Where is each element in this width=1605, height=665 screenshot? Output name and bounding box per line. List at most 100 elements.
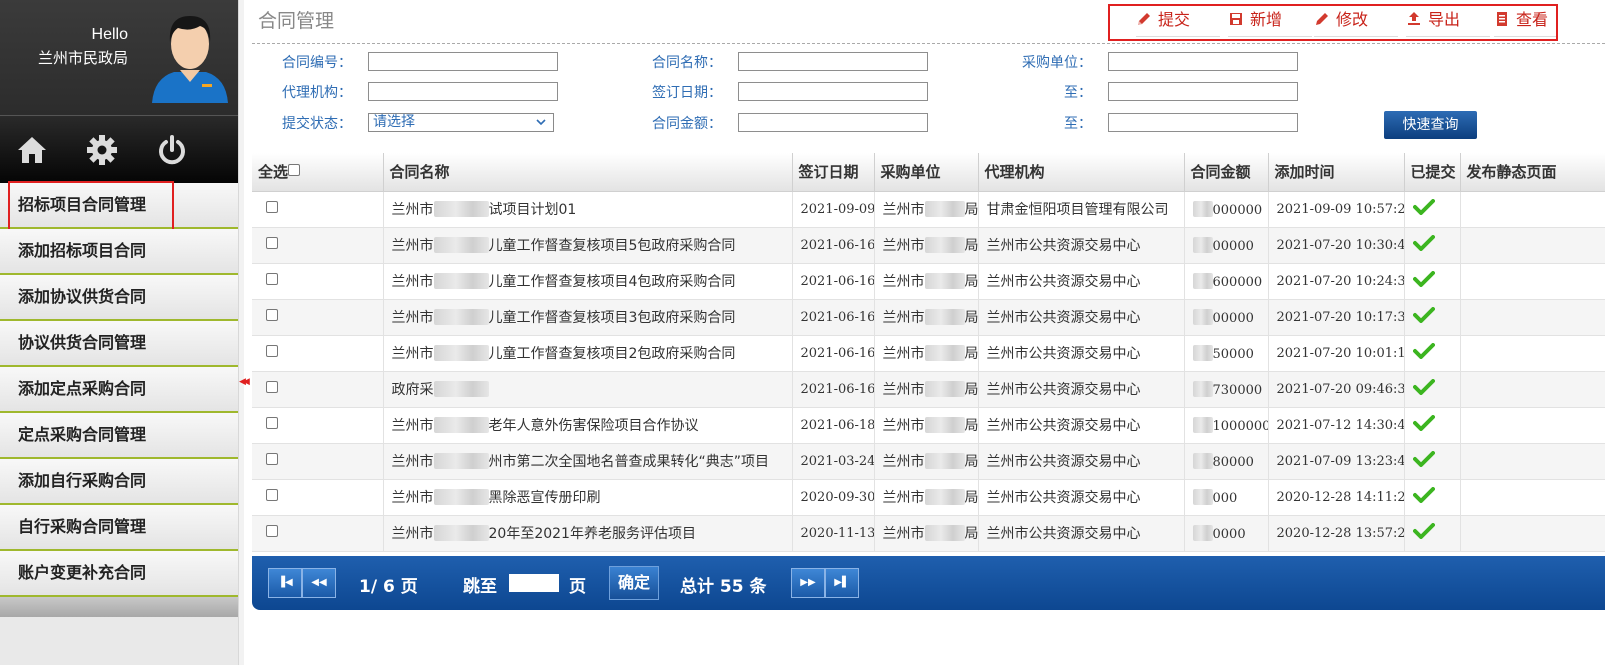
row-checkbox[interactable] [266, 345, 278, 357]
add-button[interactable]: 新增 [1228, 9, 1312, 37]
col-header-added[interactable]: 添加时间 [1268, 153, 1405, 192]
contract-name-suffix: 黑除恶宣传册印刷 [488, 490, 601, 506]
sidebar-item-account-change[interactable]: 账户变更补充合同 [0, 551, 238, 597]
table-row[interactable]: 兰州市 儿童工作督查复核项目3包政府采购合同 2021-06-16 兰州市 局兰州市公共… [252, 299, 1605, 336]
buyer-label: 采购单位： [1022, 55, 1092, 71]
contract-name-cell[interactable]: 兰州市 20年至2021年养老服务评估项目 [383, 515, 793, 552]
contract-name-cell[interactable]: 兰州市 黑除恶宣传册印刷 [383, 479, 793, 516]
sidebar-item-add-bid-contract[interactable]: 添加招标项目合同 [0, 229, 238, 275]
col-header-amount[interactable]: 合同金额 [1184, 153, 1269, 192]
redacted-block [924, 201, 965, 217]
first-page-button[interactable]: ▐◀ [268, 568, 302, 598]
table-row[interactable]: 兰州市 州市第二次全国地名普查成果转化“典志”项目 2021-03-24 兰州市局兰州… [252, 443, 1605, 480]
col-header-buyer[interactable]: 采购单位 [874, 153, 979, 192]
publish-cell[interactable] [1460, 443, 1605, 480]
col-header-submitted[interactable]: 已提交 [1404, 153, 1461, 192]
table-row[interactable]: 政府采 2021-06-16 兰州市 局兰州市公共资源交易中心 730000 2021-0… [252, 371, 1605, 408]
contract-name-cell[interactable]: 兰州市 儿童工作督查复核项目2包政府采购合同 [383, 335, 793, 372]
gear-icon[interactable] [86, 134, 118, 166]
agency-input[interactable] [368, 82, 558, 101]
col-header-name[interactable]: 合同名称 [383, 153, 793, 192]
row-checkbox[interactable] [266, 309, 278, 321]
contract-name-cell[interactable]: 兰州市 儿童工作督查复核项目3包政府采购合同 [383, 299, 793, 336]
buyer-suffix: 局 [964, 274, 978, 290]
view-button[interactable]: 查看 [1494, 9, 1556, 37]
home-icon[interactable] [16, 134, 48, 166]
publish-cell[interactable] [1460, 335, 1605, 372]
row-select-cell [252, 515, 384, 552]
action-toolbar: 提交 新增 修改 导出 查看 [1108, 4, 1558, 41]
contract-name-cell[interactable]: 兰州市 儿童工作督查复核项目5包政府采购合同 [383, 227, 793, 264]
table-row[interactable]: 兰州市 老年人意外伤害保险项目合作协议 2021-06-18 兰州市 局兰州市公共资源交… [252, 407, 1605, 444]
row-checkbox[interactable] [266, 525, 278, 537]
table-row[interactable]: 兰州市 儿童工作督查复核项目5包政府采购合同 2021-06-16 兰州市 局兰州市公共… [252, 227, 1605, 264]
contract-no-input[interactable] [368, 52, 558, 71]
sidebar-item-add-designated-purchase[interactable]: 添加定点采购合同 [0, 367, 238, 413]
sidebar-item-add-agreement-supply[interactable]: 添加协议供货合同 [0, 275, 238, 321]
col-header-agency[interactable]: 代理机构 [978, 153, 1185, 192]
sidebar-item-add-self-purchase[interactable]: 添加自行采购合同 [0, 459, 238, 505]
prev-page-button[interactable]: ◀◀ [302, 568, 336, 598]
contract-name-cell[interactable]: 政府采 [383, 371, 793, 408]
sidebar-item-bid-contract-manage[interactable]: 招标项目合同管理 [0, 181, 238, 231]
submit-button[interactable]: 提交 [1136, 9, 1220, 37]
sign-date-to-input[interactable] [1108, 82, 1298, 101]
redacted-block [924, 525, 965, 541]
row-checkbox[interactable] [266, 417, 278, 429]
row-checkbox[interactable] [266, 453, 278, 465]
sidebar-item-agreement-supply-manage[interactable]: 协议供货合同管理 [0, 321, 238, 367]
table-row[interactable]: 兰州市 试项目计划01 2021-09-09 兰州市 局甘肃金恒阳项目管理有限公司 000… [252, 191, 1605, 228]
added-time-cell: 2020-12-28 13:57:23 [1268, 515, 1405, 552]
publish-cell[interactable] [1460, 479, 1605, 516]
contract-name-prefix: 兰州市 [391, 310, 434, 326]
select-all-header[interactable]: 全选 [252, 153, 384, 192]
row-select-cell [252, 407, 384, 444]
contract-name-cell[interactable]: 兰州市 试项目计划01 [383, 191, 793, 228]
contract-name-cell[interactable]: 兰州市 儿童工作督查复核项目4包政府采购合同 [383, 263, 793, 300]
next-page-button[interactable]: ▶▶ [791, 568, 825, 598]
publish-cell[interactable] [1460, 299, 1605, 336]
col-header-publish[interactable]: 发布静态页面 [1460, 153, 1605, 192]
publish-cell[interactable] [1460, 407, 1605, 444]
check-icon [1412, 379, 1435, 395]
row-checkbox[interactable] [266, 381, 278, 393]
amount-label: 合同金额： [652, 116, 722, 132]
jump-label: 跳至 [463, 577, 497, 597]
row-checkbox[interactable] [266, 489, 278, 501]
sign-date-from-input[interactable] [738, 82, 928, 101]
row-checkbox[interactable] [266, 201, 278, 213]
quick-query-button[interactable]: 快速查询 [1384, 111, 1477, 139]
sidebar-splitter[interactable] [238, 0, 244, 665]
select-all-checkbox[interactable] [288, 164, 301, 177]
table-row[interactable]: 兰州市 20年至2021年养老服务评估项目 2020-11-13 兰州市 局兰州市公共资… [252, 515, 1605, 552]
row-checkbox[interactable] [266, 237, 278, 249]
last-page-button[interactable]: ▶▌ [825, 568, 859, 598]
contract-name-cell[interactable]: 兰州市 老年人意外伤害保险项目合作协议 [383, 407, 793, 444]
status-select[interactable]: 请选择 [368, 113, 554, 132]
publish-cell[interactable] [1460, 263, 1605, 300]
contract-name-cell[interactable]: 兰州市 州市第二次全国地名普查成果转化“典志”项目 [383, 443, 793, 480]
table-row[interactable]: 兰州市 儿童工作督查复核项目4包政府采购合同 2021-06-16 兰州市 局兰州市公共… [252, 263, 1605, 300]
publish-cell[interactable] [1460, 371, 1605, 408]
power-icon[interactable] [156, 134, 188, 166]
col-header-sign-date[interactable]: 签订日期 [792, 153, 875, 192]
publish-cell[interactable] [1460, 191, 1605, 228]
contract-name-prefix: 兰州市 [391, 238, 434, 254]
publish-cell[interactable] [1460, 515, 1605, 552]
buyer-input[interactable] [1108, 52, 1298, 71]
sidebar-item-self-purchase-manage[interactable]: 自行采购合同管理 [0, 505, 238, 551]
contract-name-suffix: 州市第二次全国地名普查成果转化“典志”项目 [488, 454, 770, 470]
publish-cell[interactable] [1460, 227, 1605, 264]
sidebar-item-designated-purchase-manage[interactable]: 定点采购合同管理 [0, 413, 238, 459]
table-row[interactable]: 兰州市 儿童工作督查复核项目2包政府采购合同 2021-06-16 兰州市 局兰州市公共… [252, 335, 1605, 372]
amount-from-input[interactable] [738, 113, 928, 132]
table-row[interactable]: 兰州市 黑除恶宣传册印刷 2020-09-30 兰州市 局兰州市公共资源交易中心 000 2… [252, 479, 1605, 516]
export-button[interactable]: 导出 [1406, 9, 1490, 37]
amount-to-input[interactable] [1108, 113, 1298, 132]
confirm-jump-button[interactable]: 确定 [609, 566, 659, 600]
contract-name-input[interactable] [738, 52, 928, 71]
jump-page-input[interactable] [509, 574, 559, 592]
edit-button[interactable]: 修改 [1314, 9, 1398, 37]
collapse-sidebar-icon[interactable]: ◀◀ [239, 377, 250, 387]
row-checkbox[interactable] [266, 273, 278, 285]
